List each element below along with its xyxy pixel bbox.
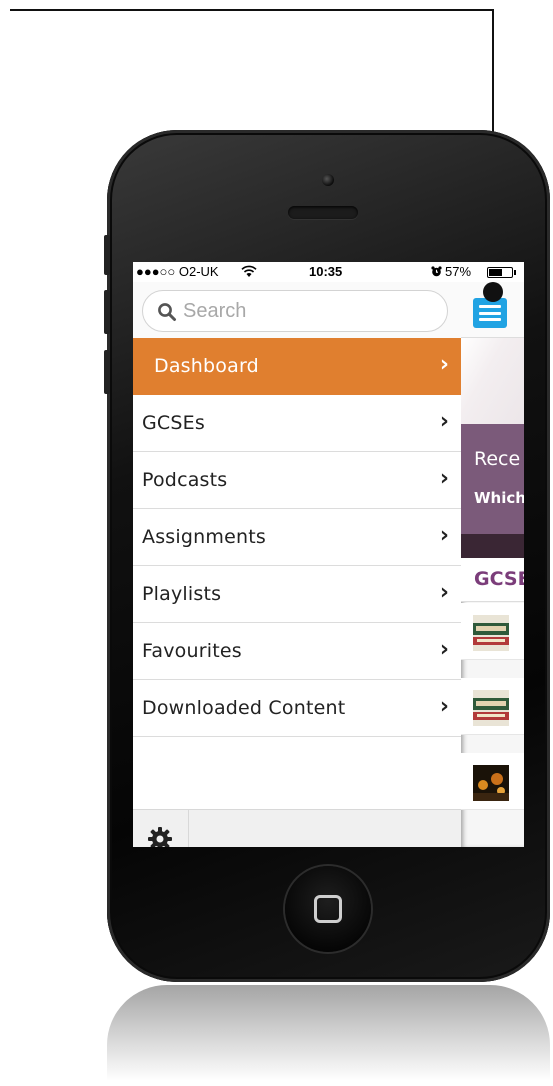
clock-time: 10:35 <box>309 264 343 279</box>
menu-item-podcasts[interactable]: Podcasts › <box>133 452 461 509</box>
menu-item-downloaded-content[interactable]: Downloaded Content › <box>133 680 461 737</box>
settings-button[interactable] <box>133 810 189 847</box>
volume-down-button <box>104 350 110 394</box>
home-button[interactable] <box>285 866 371 952</box>
volume-up-button <box>104 290 110 334</box>
callout-marker <box>483 282 503 302</box>
search-input[interactable] <box>183 299 423 323</box>
menu-item-assignments[interactable]: Assignments › <box>133 509 461 566</box>
menu-item-favourites[interactable]: Favourites › <box>133 623 461 680</box>
chevron-right-icon: › <box>439 523 449 548</box>
battery-percentage: 57% <box>445 264 472 279</box>
phone-reflection <box>107 985 550 1086</box>
video-thumbnail <box>473 765 509 801</box>
chevron-right-icon: › <box>439 637 449 662</box>
hamburger-menu-icon <box>479 318 501 321</box>
main-content-peek[interactable]: Rece Which GCSE <box>461 282 524 847</box>
video-thumbnail <box>473 690 509 726</box>
gcse-section-header: GCSE <box>461 558 524 602</box>
menu-item-label: Downloaded Content <box>142 697 346 719</box>
video-thumbnail <box>473 615 509 651</box>
hero-graphic <box>461 338 524 424</box>
silent-switch <box>104 235 110 275</box>
front-camera <box>322 174 334 186</box>
hamburger-menu-icon <box>479 305 501 308</box>
menu-item-label: Favourites <box>142 640 242 662</box>
battery-level <box>489 269 502 276</box>
chevron-right-icon: › <box>439 466 449 491</box>
menu-item-label: Podcasts <box>142 469 228 491</box>
list-item[interactable] <box>461 678 524 735</box>
gear-icon <box>148 827 172 847</box>
menu-bottom-bar <box>133 809 461 847</box>
menu-list: Dashboard › GCSEs › Podcasts › Assignmen… <box>133 338 461 737</box>
list-item[interactable] <box>461 753 524 810</box>
menu-item-label: Assignments <box>142 526 266 548</box>
menu-item-label: Dashboard <box>154 355 259 377</box>
recent-banner[interactable]: Rece Which <box>461 424 524 534</box>
search-field[interactable] <box>142 290 448 332</box>
battery-tip <box>514 270 516 275</box>
hamburger-menu-button[interactable] <box>473 298 507 328</box>
carrier-signal: ●●●○○ O2-UK <box>136 264 219 279</box>
chevron-right-icon: › <box>439 352 449 377</box>
hamburger-menu-icon <box>479 311 501 315</box>
chevron-right-icon: › <box>439 409 449 434</box>
search-bar <box>133 282 461 338</box>
battery-icon <box>487 267 513 278</box>
section-title: GCSE <box>474 568 524 590</box>
banner-subtitle: Which <box>474 489 524 507</box>
search-icon <box>158 303 176 321</box>
banner-footer <box>461 534 524 558</box>
callout-line-horizontal <box>10 9 494 11</box>
menu-item-label: GCSEs <box>142 412 205 434</box>
chevron-right-icon: › <box>439 580 449 605</box>
menu-item-dashboard[interactable]: Dashboard › <box>133 338 461 395</box>
chevron-right-icon: › <box>439 694 449 719</box>
alarm-icon <box>431 266 442 277</box>
menu-item-gcses[interactable]: GCSEs › <box>133 395 461 452</box>
status-bar: ●●●○○ O2-UK 10:35 57% <box>133 262 524 282</box>
list-item[interactable] <box>461 603 524 660</box>
menu-item-label: Playlists <box>142 583 222 605</box>
banner-title: Rece <box>474 448 521 470</box>
phone-screen: ●●●○○ O2-UK 10:35 57% Search Dashboard ›… <box>133 262 524 847</box>
menu-item-playlists[interactable]: Playlists › <box>133 566 461 623</box>
wifi-icon <box>241 265 257 277</box>
home-button-square-icon <box>314 895 342 923</box>
side-menu: Dashboard › GCSEs › Podcasts › Assignmen… <box>133 282 461 847</box>
earpiece-speaker <box>288 206 358 219</box>
